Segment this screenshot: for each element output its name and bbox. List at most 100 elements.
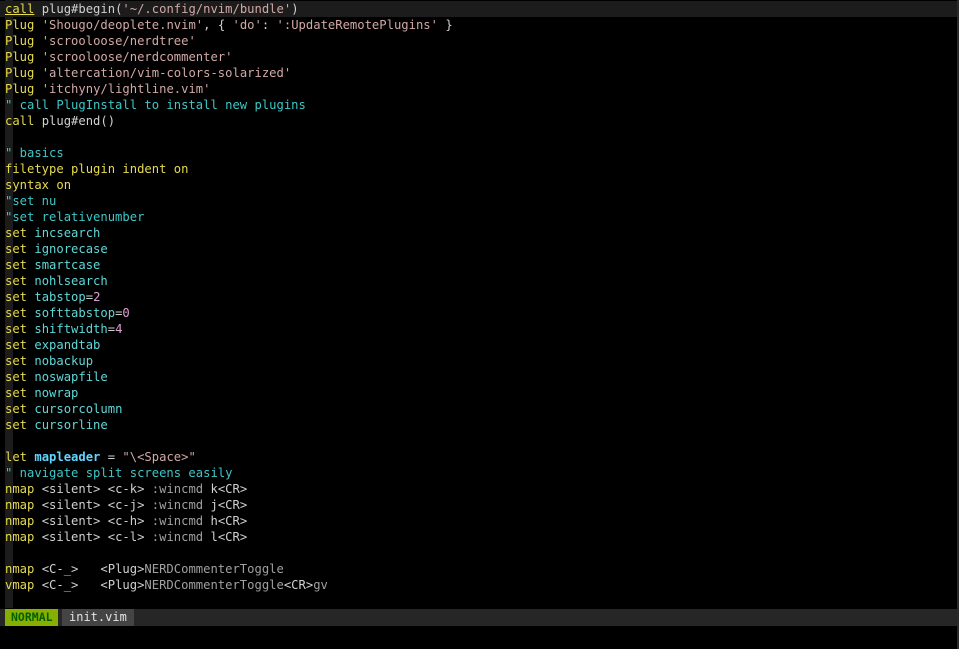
code-token: 'Shougo/deoplete.nvim' — [41, 18, 204, 32]
code-token: cursorline — [27, 418, 108, 432]
code-token: set — [5, 354, 28, 368]
code-token: nobackup — [27, 354, 94, 368]
code-line: nmap <silent> <c-j> :wincmd j<CR> — [5, 497, 247, 513]
code-line-cursor: call plug#begin('~/.config/nvim/bundle') — [0, 1, 959, 17]
code-line: set tabstop=2 — [5, 289, 100, 305]
code-token: h<CR> — [203, 514, 248, 528]
code-token: nmap — [5, 482, 35, 496]
code-token: <silent> <c-k> — [34, 482, 152, 496]
code-line: nmap <silent> <c-l> :wincmd l<CR> — [5, 529, 247, 545]
command-line[interactable] — [0, 627, 959, 649]
code-token: cursorcolumn — [27, 402, 123, 416]
code-token: "\<Space>" — [122, 450, 196, 464]
code-line: set shiftwidth=4 — [5, 321, 122, 337]
code-line: nmap <silent> <c-h> :wincmd h<CR> — [5, 513, 247, 529]
code-token: syntax — [5, 178, 50, 192]
code-token: = — [100, 450, 123, 464]
code-token: Plug — [5, 18, 35, 32]
code-token: 'do' — [232, 18, 262, 32]
code-line: " basics — [5, 145, 64, 161]
code-token: <silent> <c-l> — [34, 530, 152, 544]
code-line: "set relativenumber — [5, 209, 144, 225]
code-token: plug#end() — [34, 114, 116, 128]
code-token: :wincmd — [151, 498, 204, 512]
code-token: 2 — [93, 290, 101, 304]
code-token: NERDCommenterToggle — [144, 578, 284, 592]
code-token: Plug — [5, 34, 35, 48]
code-token: nohlsearch — [27, 274, 108, 288]
code-token: set — [5, 258, 28, 272]
code-token: :wincmd — [151, 514, 204, 528]
code-token: <C-_> <Plug> — [34, 562, 145, 576]
code-token: Plug — [5, 82, 35, 96]
mode-indicator: NORMAL — [5, 609, 58, 626]
code-token: : — [261, 18, 277, 32]
code-token: gv — [313, 578, 328, 592]
file-name: init.vim — [62, 609, 134, 626]
code-token: set — [5, 226, 28, 240]
code-token: set — [5, 338, 28, 352]
code-token: <CR> — [283, 578, 314, 592]
code-token: 'itchyny/lightline.vim' — [41, 82, 211, 96]
code-token: set — [5, 306, 28, 320]
code-line: set nowrap — [5, 385, 78, 401]
code-token: let — [5, 450, 28, 464]
code-token: vmap — [5, 578, 35, 592]
code-line: call plug#end() — [5, 113, 115, 129]
code-token: ':UpdateRemotePlugins' — [276, 18, 438, 32]
code-token: <silent> <c-h> — [34, 514, 152, 528]
code-token: k<CR> — [203, 482, 248, 496]
code-token: set — [5, 386, 28, 400]
code-line: syntax on — [5, 177, 71, 193]
code-token: nowrap — [27, 386, 79, 400]
code-line: "set nu — [5, 193, 56, 209]
code-token: 4 — [115, 322, 123, 336]
code-token: NERDCommenterToggle — [144, 562, 284, 576]
code-token: softtabstop — [27, 306, 116, 320]
code-token: mapleader — [34, 450, 101, 464]
code-token: , { — [203, 18, 233, 32]
code-line: set smartcase — [5, 257, 100, 273]
code-token: set — [5, 370, 28, 384]
code-token: expandtab — [27, 338, 101, 352]
code-line: Plug 'scrooloose/nerdtree' — [5, 33, 196, 49]
code-token: :wincmd — [151, 530, 204, 544]
code-line: vmap <C-_> <Plug>NERDCommenterToggle<CR>… — [5, 577, 328, 593]
code-line: let mapleader = "\<Space>" — [5, 449, 196, 465]
code-line: nmap <silent> <c-k> :wincmd k<CR> — [5, 481, 247, 497]
editor-buffer[interactable]: call plug#begin('~/.config/nvim/bundle')… — [0, 0, 959, 608]
code-line: set cursorline — [5, 417, 108, 433]
code-token: call — [5, 2, 35, 16]
code-token: on — [49, 178, 72, 192]
code-token: " basics — [5, 146, 64, 160]
code-line: " call PlugInstall to install new plugin… — [5, 97, 306, 113]
code-token: nmap — [5, 562, 35, 576]
code-token: noswapfile — [27, 370, 108, 384]
code-token: incsearch — [27, 226, 101, 240]
code-token: plug#begin( — [34, 2, 123, 16]
code-line: Plug 'Shougo/deoplete.nvim', { 'do': ':U… — [5, 17, 453, 33]
code-token: set — [5, 402, 28, 416]
code-line: set ignorecase — [5, 241, 108, 257]
code-line: set nobackup — [5, 353, 93, 369]
code-token: smartcase — [27, 258, 101, 272]
code-token: ignorecase — [27, 242, 108, 256]
code-token: 0 — [122, 306, 130, 320]
code-token: tabstop — [27, 290, 86, 304]
code-token: l<CR> — [203, 530, 248, 544]
code-token: set — [5, 242, 28, 256]
code-token: filetype — [5, 162, 64, 176]
code-line: Plug 'scrooloose/nerdcommenter' — [5, 49, 232, 65]
code-line: set incsearch — [5, 225, 100, 241]
code-line: " navigate split screens easily — [5, 465, 232, 481]
code-token: call — [5, 114, 35, 128]
code-token: nmap — [5, 514, 35, 528]
code-line: set nohlsearch — [5, 273, 108, 289]
status-line: NORMAL init.vim — [0, 609, 959, 626]
code-token: j<CR> — [203, 498, 248, 512]
code-line: Plug 'altercation/vim-colors-solarized' — [5, 65, 291, 81]
